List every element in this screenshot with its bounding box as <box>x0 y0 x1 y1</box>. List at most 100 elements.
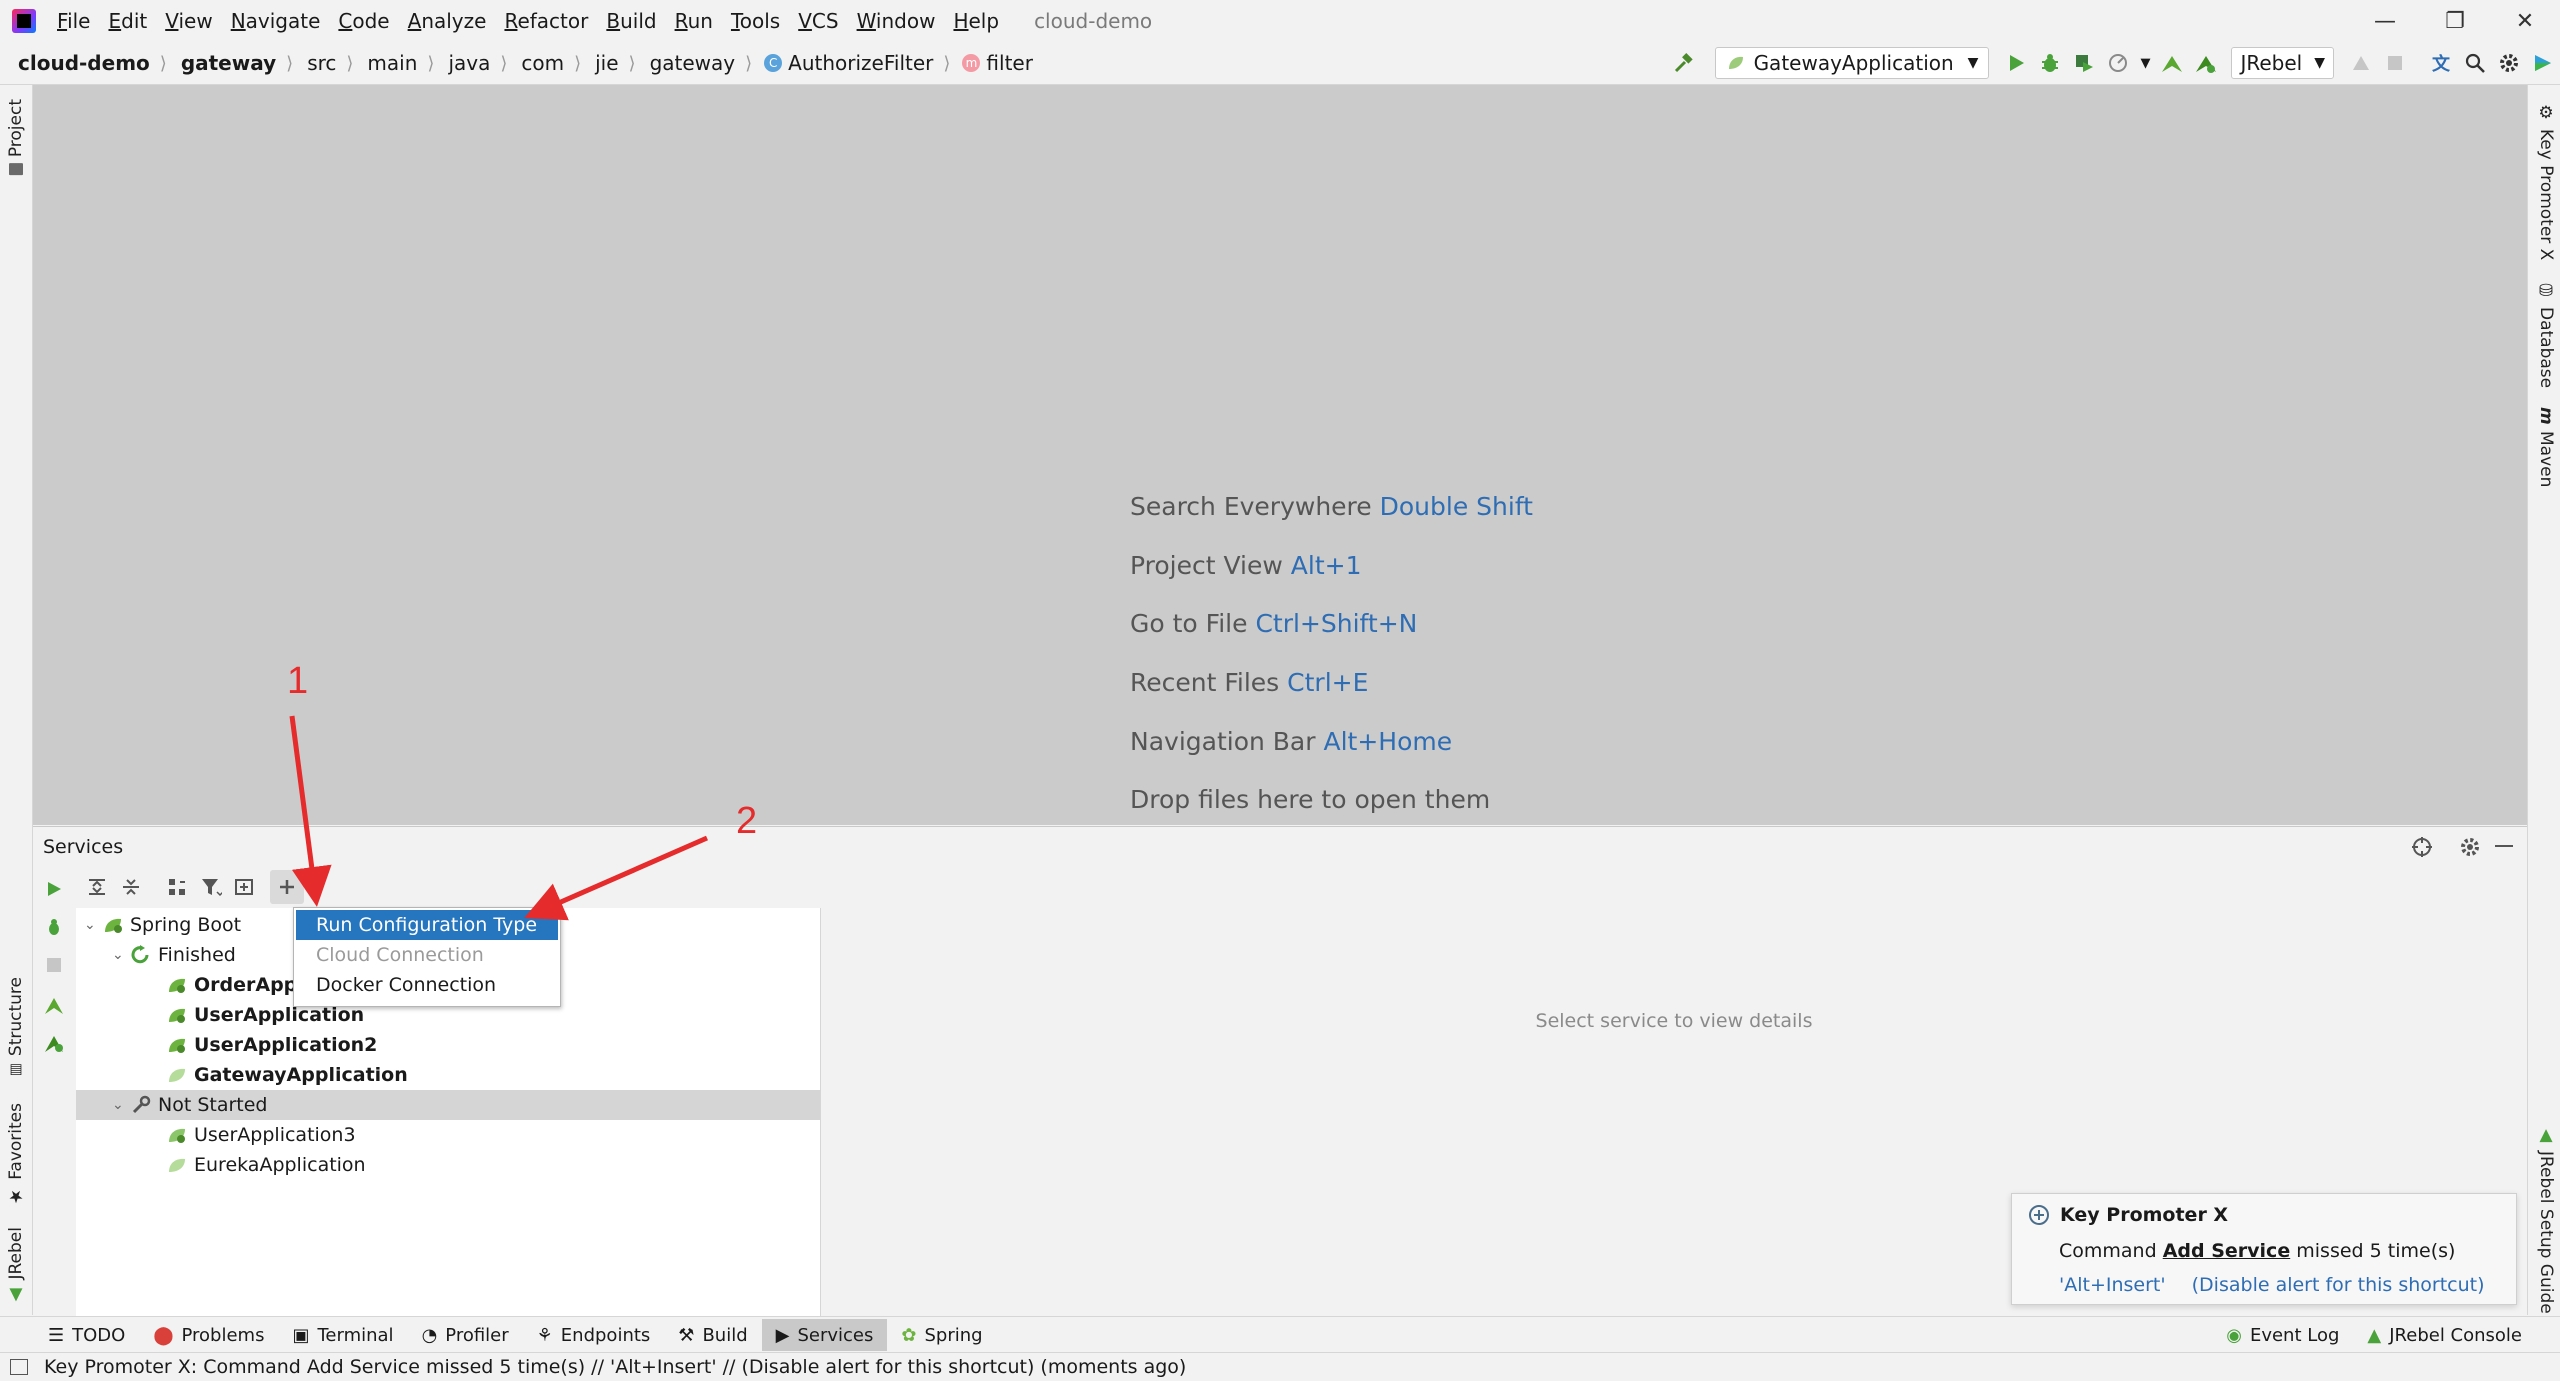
hide-panel-icon[interactable] <box>2487 830 2521 864</box>
tree-node-eureka-application[interactable]: EurekaApplication <box>166 1150 366 1180</box>
breadcrumb-gateway[interactable]: gateway <box>650 51 736 75</box>
tree-node-gateway-application[interactable]: GatewayApplication <box>166 1060 408 1090</box>
breadcrumb-method[interactable]: filter <box>986 51 1033 75</box>
expand-all-icon[interactable] <box>80 870 114 904</box>
close-window-button[interactable]: ✕ <box>2490 0 2560 42</box>
menu-refactor[interactable]: Refactor <box>495 9 597 33</box>
database-tool-tab[interactable]: ⛁ Database <box>2536 281 2556 388</box>
translate-icon[interactable]: 文 <box>2424 46 2458 80</box>
group-by-icon[interactable] <box>160 870 194 904</box>
menu-analyze[interactable]: Analyze <box>399 9 496 33</box>
menu-file[interactable]: File <box>48 9 99 33</box>
key-promoter-tool-tab[interactable]: ⚙ Key Promoter X <box>2536 103 2556 260</box>
key-promoter-title: Key Promoter X <box>2060 1204 2229 1226</box>
jrebel-selector[interactable]: JRebel ▼ <box>2231 47 2334 79</box>
stop-icon[interactable] <box>37 948 71 982</box>
problems-tab[interactable]: ⬤ Problems <box>139 1319 278 1351</box>
popup-item-docker-connection[interactable]: Docker Connection <box>296 970 558 1000</box>
stop-icon[interactable] <box>2378 46 2412 80</box>
key-promoter-shortcut-link[interactable]: 'Alt+Insert' <box>2059 1274 2166 1296</box>
chevron-down-icon[interactable]: ⌄ <box>84 917 102 933</box>
restore-button[interactable]: ❐ <box>2420 0 2490 42</box>
menu-view[interactable]: View <box>156 9 221 33</box>
menu-code[interactable]: Code <box>329 9 398 33</box>
debug-icon[interactable] <box>2033 46 2067 80</box>
menu-navigate[interactable]: Navigate <box>222 9 330 33</box>
menu-tools[interactable]: Tools <box>722 9 789 33</box>
tree-node-order-application[interactable]: OrderAppli <box>166 970 310 1000</box>
profile-icon[interactable] <box>2101 46 2135 80</box>
popup-item-run-configuration-type[interactable]: Run Configuration Type <box>296 910 558 940</box>
key-promoter-tab-label: Key Promoter X <box>2536 129 2556 261</box>
database-tab-label: Database <box>2536 307 2556 389</box>
menu-edit[interactable]: Edit <box>99 9 156 33</box>
settings-gear-icon[interactable] <box>2453 830 2487 864</box>
jrebel-debug-icon[interactable] <box>2189 46 2223 80</box>
structure-tool-tab[interactable]: ▤ Structure <box>6 977 26 1078</box>
tree-node-finished[interactable]: ⌄ Finished <box>112 940 236 970</box>
run-configuration-selector[interactable]: GatewayApplication ▼ <box>1714 47 1990 79</box>
coverage-icon[interactable] <box>2067 46 2101 80</box>
new-tab-icon[interactable] <box>228 870 262 904</box>
jrebel-run-icon[interactable] <box>37 988 71 1022</box>
maven-tool-tab[interactable]: m Maven <box>2536 407 2556 487</box>
list-icon: ☰ <box>48 1324 65 1346</box>
problems-tab-label: Problems <box>181 1324 265 1346</box>
debug-icon[interactable] <box>37 910 71 944</box>
breadcrumb-class[interactable]: AuthorizeFilter <box>788 51 933 75</box>
chevron-down-icon: ▼ <box>1967 55 1979 71</box>
breadcrumb-main[interactable]: main <box>367 51 417 75</box>
todo-tab[interactable]: ☰ TODO <box>34 1319 139 1351</box>
key-promoter-disable-link[interactable]: (Disable alert for this shortcut) <box>2192 1274 2485 1296</box>
tree-node-user-application3[interactable]: UserApplication3 <box>166 1120 356 1150</box>
add-service-icon[interactable] <box>270 870 304 904</box>
services-tab[interactable]: ▶ Services <box>761 1319 888 1351</box>
key-promoter-msg-prefix: Command <box>2059 1240 2157 1262</box>
build-hammer-icon[interactable] <box>1667 46 1701 80</box>
chevron-down-icon[interactable]: ⌄ <box>112 1097 130 1113</box>
tree-node-spring-boot[interactable]: ⌄ Spring Boot <box>84 910 241 940</box>
jrebel-debug-icon[interactable] <box>37 1026 71 1060</box>
run-icon[interactable] <box>37 872 71 906</box>
run-icon[interactable] <box>1999 46 2033 80</box>
crosshair-icon[interactable] <box>2405 830 2439 864</box>
collapse-all-icon[interactable] <box>114 870 148 904</box>
jrebel-console-tab[interactable]: ▲ JRebel Console <box>2353 1319 2536 1351</box>
breadcrumb-java[interactable]: java <box>448 51 490 75</box>
menu-run[interactable]: Run <box>666 9 722 33</box>
minimize-button[interactable]: — <box>2350 0 2420 42</box>
event-log-icon: ◉ <box>2226 1324 2242 1346</box>
event-log-tab[interactable]: ◉ Event Log <box>2212 1319 2353 1351</box>
chevron-down-icon[interactable]: ▼ <box>2135 46 2155 80</box>
tree-node-user-application2[interactable]: UserApplication2 <box>166 1030 377 1060</box>
chevron-down-icon[interactable]: ⌄ <box>112 947 130 963</box>
endpoints-tab[interactable]: ⚘ Endpoints <box>523 1319 665 1351</box>
services-panel-title: Services <box>43 836 124 858</box>
menu-vcs[interactable]: VCS <box>789 9 847 33</box>
menu-build[interactable]: Build <box>597 9 665 33</box>
filter-icon[interactable] <box>194 870 228 904</box>
tree-node-not-started[interactable]: ⌄ Not Started <box>76 1090 820 1120</box>
menu-help[interactable]: Help <box>944 9 1008 33</box>
jrebel-tool-tab[interactable]: ▲ JRebel <box>6 1227 26 1306</box>
breadcrumb-src[interactable]: src <box>307 51 336 75</box>
profiler-tab[interactable]: ◔ Profiler <box>408 1319 523 1351</box>
search-icon[interactable] <box>2458 46 2492 80</box>
editor-empty-area[interactable]: Search Everywhere Double Shift Project V… <box>33 85 2527 825</box>
breadcrumb-module[interactable]: gateway <box>181 51 276 75</box>
project-tool-tab[interactable]: Project <box>6 99 26 176</box>
build-tab[interactable]: ⚒ Build <box>664 1319 761 1351</box>
settings-gear-icon[interactable] <box>2492 46 2526 80</box>
spring-tab[interactable]: ✿ Spring <box>887 1319 996 1351</box>
update-running-app-icon[interactable] <box>2344 46 2378 80</box>
menu-window[interactable]: Window <box>848 9 945 33</box>
breadcrumb-com[interactable]: com <box>521 51 564 75</box>
favorites-tool-tab[interactable]: ★ Favorites <box>6 1103 26 1206</box>
toggle-tool-windows-icon[interactable] <box>10 1359 28 1375</box>
breadcrumb-jie[interactable]: jie <box>595 51 618 75</box>
jrebel-run-icon[interactable] <box>2155 46 2189 80</box>
jrebel-setup-guide-tool-tab[interactable]: ▲ JRebel Setup Guide <box>2536 1125 2556 1314</box>
breadcrumb-project[interactable]: cloud-demo <box>18 51 150 75</box>
terminal-tab[interactable]: ▣ Terminal <box>278 1319 407 1351</box>
code-with-me-icon[interactable] <box>2526 46 2560 80</box>
